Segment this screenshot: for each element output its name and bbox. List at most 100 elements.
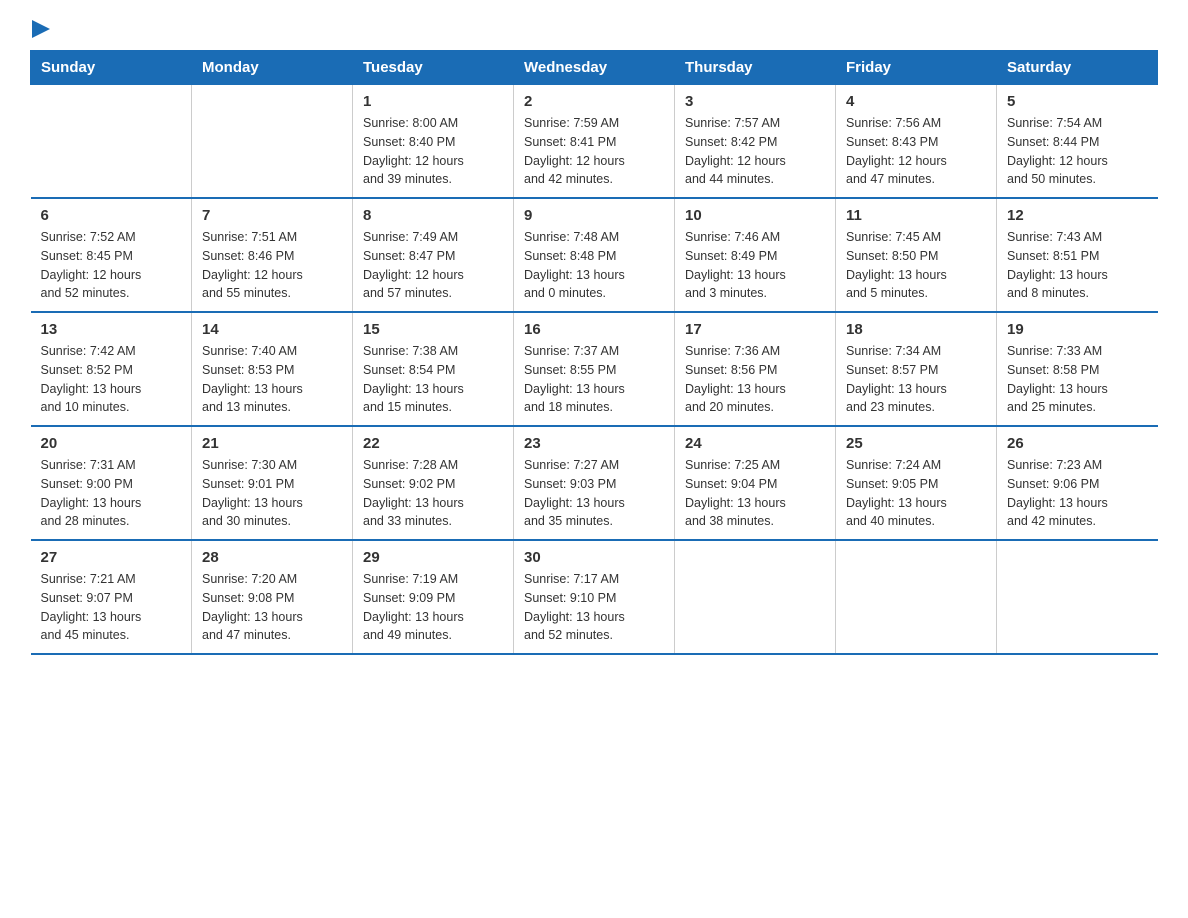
calendar-cell: 17 Sunrise: 7:36 AM Sunset: 8:56 PM Dayli… xyxy=(675,312,836,426)
day-info: Sunrise: 7:33 AM Sunset: 8:58 PM Dayligh… xyxy=(1007,342,1148,417)
day-info: Sunrise: 7:20 AM Sunset: 9:08 PM Dayligh… xyxy=(202,570,342,645)
day-info: Sunrise: 7:38 AM Sunset: 8:54 PM Dayligh… xyxy=(363,342,503,417)
calendar-header-row: SundayMondayTuesdayWednesdayThursdayFrid… xyxy=(31,51,1158,85)
calendar-cell xyxy=(31,85,192,199)
calendar-cell: 9 Sunrise: 7:48 AM Sunset: 8:48 PM Daylig… xyxy=(514,198,675,312)
day-number: 20 xyxy=(41,435,182,452)
weekday-header: Tuesday xyxy=(353,51,514,85)
day-number: 13 xyxy=(41,321,182,338)
day-info: Sunrise: 7:24 AM Sunset: 9:05 PM Dayligh… xyxy=(846,456,986,531)
day-info: Sunrise: 7:43 AM Sunset: 8:51 PM Dayligh… xyxy=(1007,228,1148,303)
calendar-cell: 23Sunrise: 7:27 AM Sunset: 9:03 PM Dayli… xyxy=(514,426,675,540)
day-info: Sunrise: 7:52 AM Sunset: 8:45 PM Dayligh… xyxy=(41,228,182,303)
day-number: 24 xyxy=(685,435,825,452)
calendar-cell: 21 Sunrise: 7:30 AM Sunset: 9:01 PM Dayli… xyxy=(192,426,353,540)
day-info: Sunrise: 7:37 AM Sunset: 8:55 PM Dayligh… xyxy=(524,342,664,417)
calendar-cell: 1 Sunrise: 8:00 AM Sunset: 8:40 PM Daylig… xyxy=(353,85,514,199)
calendar-cell xyxy=(836,540,997,654)
calendar-cell: 7Sunrise: 7:51 AM Sunset: 8:46 PM Daylig… xyxy=(192,198,353,312)
day-number: 22 xyxy=(363,435,503,452)
day-number: 17 xyxy=(685,321,825,338)
logo-line1 xyxy=(30,20,50,40)
day-number: 19 xyxy=(1007,321,1148,338)
weekday-header: Monday xyxy=(192,51,353,85)
calendar-cell: 24Sunrise: 7:25 AM Sunset: 9:04 PM Dayli… xyxy=(675,426,836,540)
header xyxy=(30,20,1158,40)
day-number: 30 xyxy=(524,549,664,566)
day-number: 21 xyxy=(202,435,342,452)
calendar-cell: 27 Sunrise: 7:21 AM Sunset: 9:07 PM Dayli… xyxy=(31,540,192,654)
day-number: 4 xyxy=(846,93,986,110)
day-number: 16 xyxy=(524,321,664,338)
day-info: Sunrise: 7:56 AM Sunset: 8:43 PM Dayligh… xyxy=(846,114,986,189)
calendar-cell: 13 Sunrise: 7:42 AM Sunset: 8:52 PM Dayli… xyxy=(31,312,192,426)
calendar-cell: 10 Sunrise: 7:46 AM Sunset: 8:49 PM Dayli… xyxy=(675,198,836,312)
calendar-cell: 8 Sunrise: 7:49 AM Sunset: 8:47 PM Daylig… xyxy=(353,198,514,312)
day-number: 6 xyxy=(41,207,182,224)
calendar-cell: 12 Sunrise: 7:43 AM Sunset: 8:51 PM Dayli… xyxy=(997,198,1158,312)
day-info: Sunrise: 7:42 AM Sunset: 8:52 PM Dayligh… xyxy=(41,342,182,417)
day-info: Sunrise: 7:27 AM Sunset: 9:03 PM Dayligh… xyxy=(524,456,664,531)
day-number: 5 xyxy=(1007,93,1148,110)
day-number: 14 xyxy=(202,321,342,338)
day-info: Sunrise: 7:40 AM Sunset: 8:53 PM Dayligh… xyxy=(202,342,342,417)
weekday-header: Friday xyxy=(836,51,997,85)
calendar-week-row: 13 Sunrise: 7:42 AM Sunset: 8:52 PM Dayli… xyxy=(31,312,1158,426)
calendar-cell: 22 Sunrise: 7:28 AM Sunset: 9:02 PM Dayli… xyxy=(353,426,514,540)
calendar-cell: 28Sunrise: 7:20 AM Sunset: 9:08 PM Dayli… xyxy=(192,540,353,654)
logo xyxy=(30,20,50,40)
calendar-cell: 18Sunrise: 7:34 AM Sunset: 8:57 PM Dayli… xyxy=(836,312,997,426)
page-wrapper: SundayMondayTuesdayWednesdayThursdayFrid… xyxy=(30,20,1158,655)
day-number: 27 xyxy=(41,549,182,566)
day-info: Sunrise: 7:28 AM Sunset: 9:02 PM Dayligh… xyxy=(363,456,503,531)
day-info: Sunrise: 7:21 AM Sunset: 9:07 PM Dayligh… xyxy=(41,570,182,645)
calendar-cell xyxy=(997,540,1158,654)
calendar-cell: 19 Sunrise: 7:33 AM Sunset: 8:58 PM Dayli… xyxy=(997,312,1158,426)
calendar-cell: 3 Sunrise: 7:57 AM Sunset: 8:42 PM Daylig… xyxy=(675,85,836,199)
calendar-cell: 30 Sunrise: 7:17 AM Sunset: 9:10 PM Dayli… xyxy=(514,540,675,654)
calendar-cell: 29 Sunrise: 7:19 AM Sunset: 9:09 PM Dayli… xyxy=(353,540,514,654)
calendar-cell: 15 Sunrise: 7:38 AM Sunset: 8:54 PM Dayli… xyxy=(353,312,514,426)
weekday-header: Thursday xyxy=(675,51,836,85)
calendar-week-row: 20 Sunrise: 7:31 AM Sunset: 9:00 PM Dayli… xyxy=(31,426,1158,540)
day-number: 29 xyxy=(363,549,503,566)
day-number: 12 xyxy=(1007,207,1148,224)
day-info: Sunrise: 7:48 AM Sunset: 8:48 PM Dayligh… xyxy=(524,228,664,303)
calendar-cell: 6 Sunrise: 7:52 AM Sunset: 8:45 PM Daylig… xyxy=(31,198,192,312)
calendar-week-row: 6 Sunrise: 7:52 AM Sunset: 8:45 PM Daylig… xyxy=(31,198,1158,312)
calendar-week-row: 1 Sunrise: 8:00 AM Sunset: 8:40 PM Daylig… xyxy=(31,85,1158,199)
day-number: 11 xyxy=(846,207,986,224)
day-number: 25 xyxy=(846,435,986,452)
day-info: Sunrise: 7:36 AM Sunset: 8:56 PM Dayligh… xyxy=(685,342,825,417)
calendar-cell: 4 Sunrise: 7:56 AM Sunset: 8:43 PM Daylig… xyxy=(836,85,997,199)
calendar-cell xyxy=(192,85,353,199)
day-number: 1 xyxy=(363,93,503,110)
day-info: Sunrise: 7:31 AM Sunset: 9:00 PM Dayligh… xyxy=(41,456,182,531)
calendar-cell: 2Sunrise: 7:59 AM Sunset: 8:41 PM Daylig… xyxy=(514,85,675,199)
calendar-cell: 26Sunrise: 7:23 AM Sunset: 9:06 PM Dayli… xyxy=(997,426,1158,540)
day-number: 15 xyxy=(363,321,503,338)
day-info: Sunrise: 7:57 AM Sunset: 8:42 PM Dayligh… xyxy=(685,114,825,189)
day-info: Sunrise: 8:00 AM Sunset: 8:40 PM Dayligh… xyxy=(363,114,503,189)
day-info: Sunrise: 7:45 AM Sunset: 8:50 PM Dayligh… xyxy=(846,228,986,303)
day-info: Sunrise: 7:34 AM Sunset: 8:57 PM Dayligh… xyxy=(846,342,986,417)
day-info: Sunrise: 7:30 AM Sunset: 9:01 PM Dayligh… xyxy=(202,456,342,531)
weekday-header: Wednesday xyxy=(514,51,675,85)
calendar-week-row: 27 Sunrise: 7:21 AM Sunset: 9:07 PM Dayli… xyxy=(31,540,1158,654)
calendar-cell xyxy=(675,540,836,654)
calendar-cell: 11 Sunrise: 7:45 AM Sunset: 8:50 PM Dayli… xyxy=(836,198,997,312)
day-number: 3 xyxy=(685,93,825,110)
calendar-cell: 5 Sunrise: 7:54 AM Sunset: 8:44 PM Daylig… xyxy=(997,85,1158,199)
day-number: 10 xyxy=(685,207,825,224)
day-info: Sunrise: 7:54 AM Sunset: 8:44 PM Dayligh… xyxy=(1007,114,1148,189)
weekday-header: Sunday xyxy=(31,51,192,85)
day-info: Sunrise: 7:19 AM Sunset: 9:09 PM Dayligh… xyxy=(363,570,503,645)
day-info: Sunrise: 7:17 AM Sunset: 9:10 PM Dayligh… xyxy=(524,570,664,645)
day-number: 9 xyxy=(524,207,664,224)
day-info: Sunrise: 7:46 AM Sunset: 8:49 PM Dayligh… xyxy=(685,228,825,303)
day-number: 2 xyxy=(524,93,664,110)
day-info: Sunrise: 7:51 AM Sunset: 8:46 PM Dayligh… xyxy=(202,228,342,303)
calendar-cell: 16 Sunrise: 7:37 AM Sunset: 8:55 PM Dayli… xyxy=(514,312,675,426)
day-info: Sunrise: 7:49 AM Sunset: 8:47 PM Dayligh… xyxy=(363,228,503,303)
day-number: 8 xyxy=(363,207,503,224)
